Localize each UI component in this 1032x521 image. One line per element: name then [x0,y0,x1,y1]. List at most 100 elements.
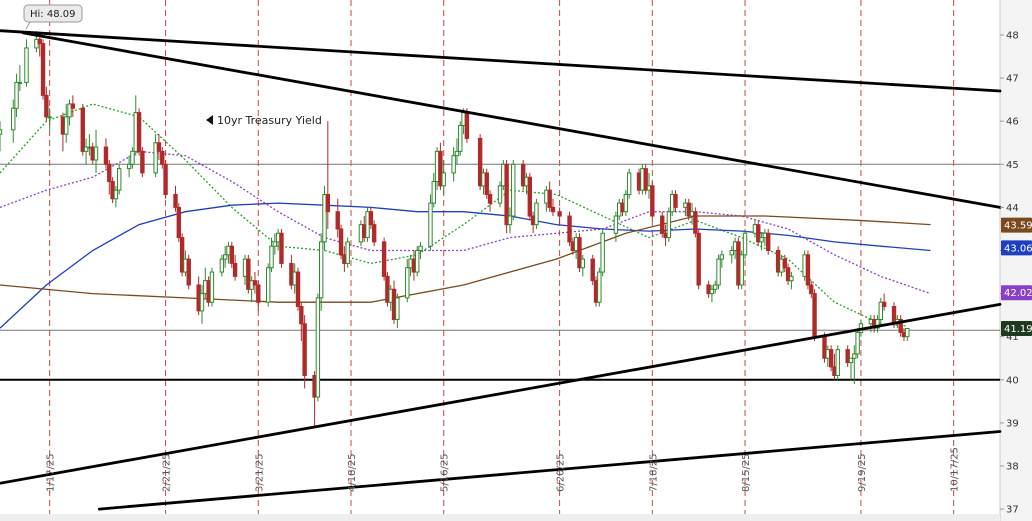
value-badge-label: 43.06 [1004,243,1032,254]
candle-body [64,116,69,135]
candle-body [103,146,109,165]
candle-body [835,349,840,376]
candle-body [279,232,284,264]
yield-chart[interactable]: 373839404142434445464748 43.5943.0642.02… [0,0,1032,521]
candlestick [527,172,533,221]
candle-body [156,142,162,152]
date-label: 6/20/25 [556,453,567,492]
candle-body [113,189,119,200]
candle-body [693,211,698,234]
date-label: 8/15/25 [741,453,752,492]
candle-body [14,81,19,109]
candle-body [70,103,76,109]
candle-body [454,150,460,157]
chart-annotation: 10yr Treasury Yield [206,114,322,127]
candle-body [650,185,655,217]
candle-body [660,215,665,234]
candle-body [176,206,182,239]
candle-body [232,262,238,277]
candle-body [580,258,585,269]
candle-body [325,193,331,213]
candlestick [295,267,301,311]
candle-body [812,293,817,338]
candle-body [295,271,301,308]
candle-body [673,193,678,208]
value-badge-label: 42.02 [1004,288,1032,299]
candle-body [117,168,122,191]
candle-body [848,357,854,364]
candle-body [130,150,135,165]
candle-body [302,323,307,376]
candle-body [782,258,787,269]
candle-body [789,275,794,282]
candle-body [484,172,489,195]
candle-body [567,215,572,243]
candle-body [729,250,734,256]
candle-body [256,284,261,303]
candle-body [299,306,304,325]
y-tick-label: 47 [1006,74,1019,85]
plot-background [0,0,1000,521]
candle-body [716,258,721,286]
candle-body [17,81,23,84]
candle-body [107,163,112,183]
candlestick [626,168,632,199]
candle-body [739,254,744,286]
candle-body [828,349,834,368]
candle-body [855,331,860,355]
candle-body [44,94,49,118]
candle-body [441,172,446,187]
candle-body [550,206,556,213]
candlestick [266,263,271,307]
date-label: 4/18/25 [347,453,358,492]
candle-body [905,328,910,338]
candle-body [507,215,513,226]
candlestick [338,224,344,260]
y-tick-label: 37 [1006,505,1019,516]
candle-body [199,293,205,312]
candle-body [37,38,42,45]
value-badge: 43.06 [1001,240,1032,256]
candlestick [597,267,602,307]
candle-body [719,254,725,260]
candle-body [126,163,132,170]
candle-body [140,150,145,174]
candle-body [511,163,516,217]
date-label: 2/21/25 [162,453,173,492]
candle-body [338,228,344,256]
chart-root: 373839404142434445464748 43.5943.0642.02… [0,0,1032,521]
value-badge: 41.19 [1001,321,1032,337]
candlestick [766,228,771,255]
candlestick [117,164,122,195]
candlestick [534,198,539,229]
y-tick-label: 44 [1006,203,1019,214]
date-label: 1/17/25 [46,453,57,492]
candlestick [600,228,605,277]
candle-body [269,245,274,269]
date-label: 3/21/25 [254,453,265,492]
y-tick-label: 45 [1006,160,1019,171]
candle-body [93,146,99,161]
candle-body [458,125,463,152]
candle-body [40,43,46,96]
value-badge-label: 41.19 [1004,324,1032,335]
candlestick [835,345,840,380]
y-tick-label: 46 [1006,117,1019,128]
candle-body [405,267,410,299]
candle-body [186,258,191,286]
candle-body [252,280,258,286]
candle-body [368,211,374,226]
candle-body [766,232,771,251]
value-badge: 43.59 [1001,217,1032,233]
candlestick [812,289,817,342]
candle-body [696,232,701,286]
candlestick [650,181,655,221]
candle-body [345,241,350,264]
candlestick [458,121,463,156]
date-label: 5/16/25 [440,453,451,492]
candle-body [742,232,748,256]
date-label: 10/17/25 [950,447,961,492]
date-label: 9/19/25 [857,453,868,492]
hi-label-text: Hi: 48.09 [30,9,75,20]
candlestick [136,108,142,156]
